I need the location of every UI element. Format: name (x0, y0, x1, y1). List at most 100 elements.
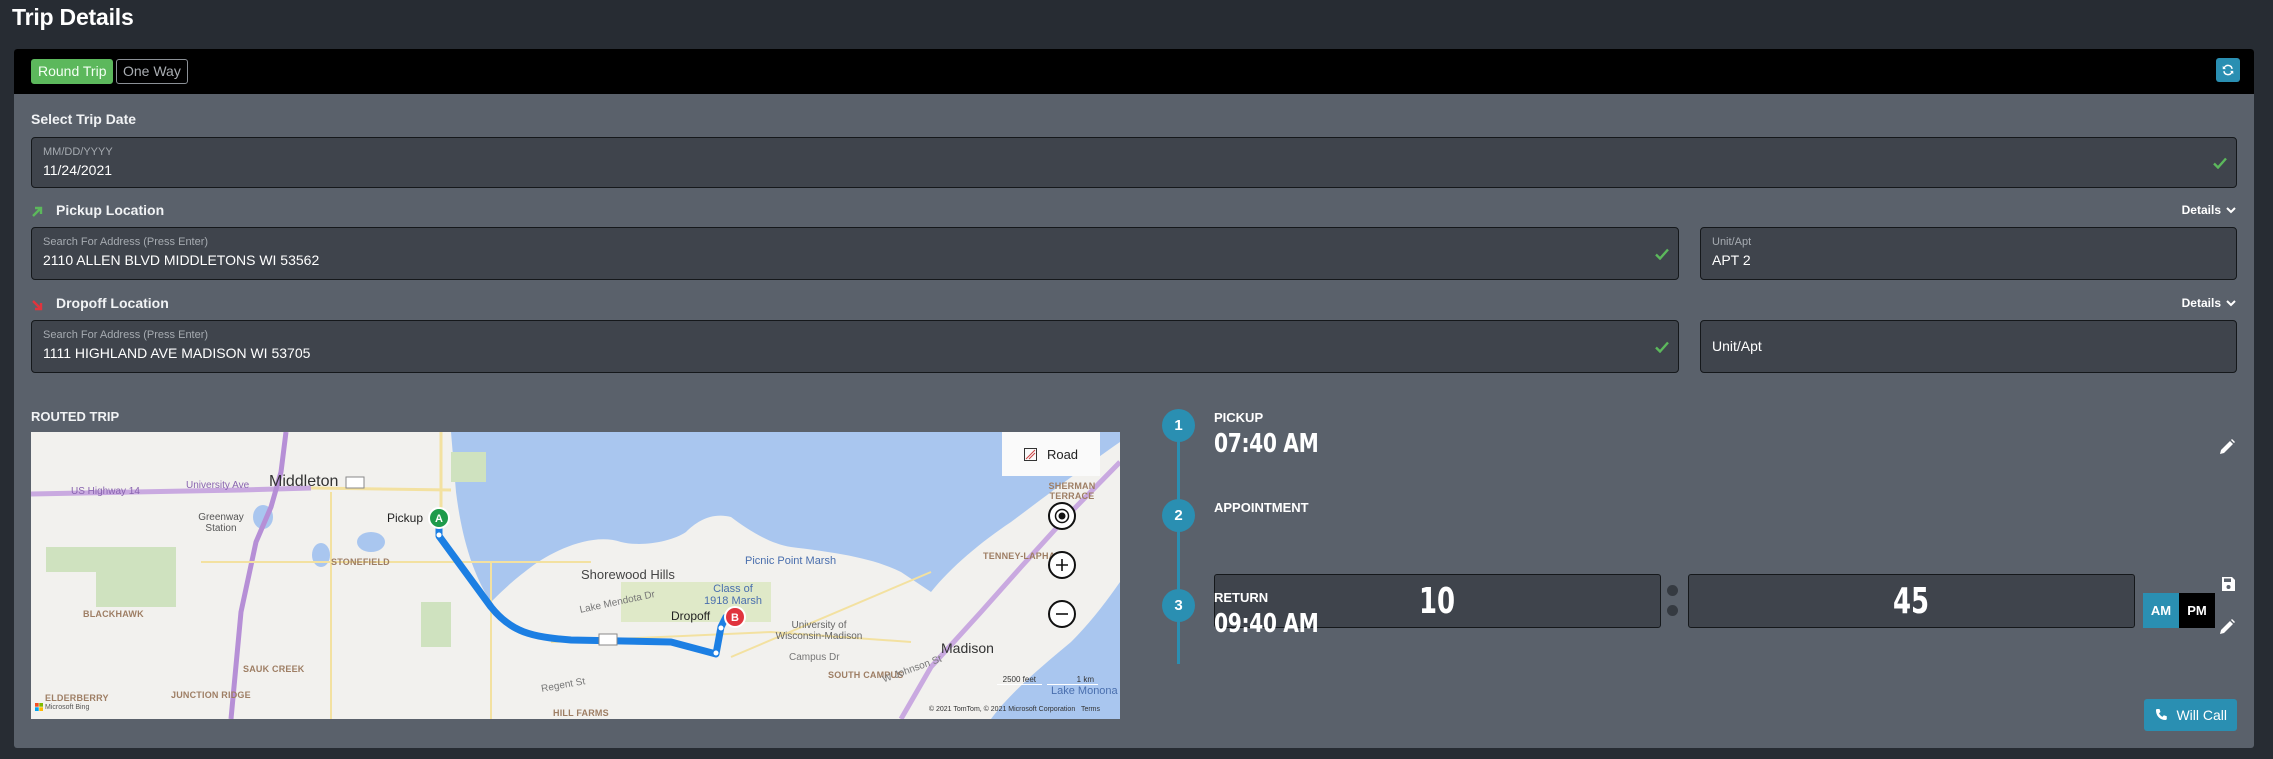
map-base: A B (31, 432, 1120, 719)
dropoff-unit-placeholder: Unit/Apt (1712, 338, 1762, 354)
route-map[interactable]: A B Middleton Madison Shorewood Hills ST… (31, 432, 1120, 719)
dropoff-address-field[interactable]: Search For Address (Press Enter) 1111 HI… (31, 320, 1679, 373)
pickup-unit-value: APT 2 (1712, 252, 1751, 268)
trip-date-label: Select Trip Date (31, 111, 137, 127)
route-waypoint (718, 625, 724, 631)
map-attribution-text: © 2021 TomTom, © 2021 Microsoft Corporat… (928, 706, 1076, 713)
trip-date-value: 11/24/2021 (43, 162, 113, 178)
pickup-unit-placeholder: Unit/Apt (1712, 236, 1752, 248)
map-scale-feet: 2500 feet (996, 675, 1042, 685)
pickup-unit-field[interactable]: Unit/Apt APT 2 (1700, 227, 2237, 280)
map-label-lake-monona: Lake Monona (1051, 685, 1118, 697)
round-trip-button[interactable]: Round Trip (31, 59, 114, 84)
arrow-down-right-icon (32, 300, 43, 311)
map-attribution: © 2021 TomTom, © 2021 Microsoft Corporat… (929, 706, 1100, 713)
refresh-button[interactable] (2216, 58, 2240, 82)
map-label-shorewood-hills: Shorewood Hills (581, 567, 675, 582)
map-label-us-highway-14: US Highway 14 (71, 486, 140, 497)
pickup-address-value: 2110 ALLEN BLVD MIDDLETONS WI 53562 (43, 252, 320, 268)
trip-schedule: 1 PICKUP 07:40 AM 2 APPOINTMENT 10 45 AM… (1162, 409, 2254, 729)
check-icon (2213, 157, 2227, 169)
map-style-toggle[interactable]: Road (1002, 432, 1100, 476)
pond (312, 543, 330, 567)
pickup-location-label: Pickup Location (56, 202, 165, 218)
chevron-down-icon (2226, 206, 2236, 213)
map-terms-link[interactable]: Terms (1081, 706, 1100, 713)
dropoff-details-label: Details (2181, 296, 2221, 310)
time-separator-dot (1667, 585, 1678, 596)
zoom-out-button[interactable] (1048, 600, 1076, 628)
map-label-sherman-terrace: SHERMAN TERRACE (1048, 481, 1096, 501)
map-label-university-ave: University Ave (186, 480, 250, 491)
pm-button[interactable]: PM (2179, 593, 2215, 628)
am-button[interactable]: AM (2143, 593, 2179, 628)
appointment-hour-value: 10 (1419, 580, 1456, 622)
route-waypoint (713, 650, 719, 656)
dropoff-location-label: Dropoff Location (56, 295, 169, 311)
pickup-address-placeholder: Search For Address (Press Enter) (43, 236, 209, 248)
edit-pickup-time-button[interactable] (2218, 438, 2236, 456)
pickup-details-toggle[interactable]: Details (2182, 203, 2236, 217)
step-badge-1: 1 (1162, 409, 1195, 442)
page-title: Trip Details (12, 4, 134, 30)
trip-details-card: Round Trip One Way Select Trip Date MM/D… (14, 49, 2254, 748)
map-label-stonefield: STONEFIELD (331, 557, 390, 567)
pickup-time-value: 07:40 AM (1214, 429, 1319, 459)
locate-me-button[interactable] (1048, 502, 1076, 530)
map-label-class-of-1918-marsh: Class of 1918 Marsh (703, 583, 763, 607)
check-icon (1655, 248, 1669, 260)
svg-text:B: B (731, 612, 739, 624)
chevron-down-icon (2226, 299, 2236, 306)
minus-icon (1056, 613, 1068, 615)
map-label-picnic-point-marsh: Picnic Point Marsh (745, 555, 837, 567)
return-time-label: RETURN (1214, 590, 1269, 605)
appointment-time-label: APPOINTMENT (1214, 500, 1309, 515)
dropoff-address-value: 1111 HIGHLAND AVE MADISON WI 53705 (43, 345, 311, 361)
dropoff-unit-field[interactable]: Unit/Apt (1700, 320, 2237, 373)
svg-text:A: A (435, 513, 443, 525)
save-appointment-button[interactable] (2221, 576, 2236, 592)
pond (357, 532, 385, 552)
step-badge-2: 2 (1162, 499, 1195, 532)
return-time-value: 09:40 AM (1214, 609, 1319, 639)
bing-label: Microsoft Bing (45, 703, 90, 711)
map-label-dropoff: Dropoff (671, 609, 711, 623)
map-label-blackhawk: BLACKHAWK (83, 609, 144, 619)
trip-date-field[interactable]: MM/DD/YYYY 11/24/2021 (31, 137, 2237, 188)
map-label-middleton: Middleton (269, 473, 339, 490)
pickup-details-label: Details (2181, 203, 2221, 217)
map-label-sauk-creek: SAUK CREEK (243, 664, 305, 674)
map-label-greenway-station: Greenway Station (198, 512, 244, 534)
will-call-button[interactable]: Will Call (2144, 699, 2237, 731)
park (451, 452, 486, 482)
card-header: Round Trip One Way (14, 49, 2254, 94)
map-label-junction-ridge: JUNCTION RIDGE (171, 690, 251, 700)
map-label-uw-madison: University of Wisconsin-Madison (775, 620, 863, 642)
park (96, 547, 176, 607)
zoom-in-button[interactable] (1048, 551, 1076, 579)
check-icon (1655, 341, 1669, 353)
dropoff-address-placeholder: Search For Address (Press Enter) (43, 329, 209, 341)
ms-shield (598, 633, 618, 646)
dropoff-details-toggle[interactable]: Details (2182, 296, 2236, 310)
timeline-line (1177, 429, 1180, 664)
step-badge-3: 3 (1162, 589, 1195, 622)
ms-shield (345, 476, 365, 489)
map-label-pickup: Pickup (387, 511, 424, 525)
appointment-minute-value: 45 (1893, 580, 1930, 622)
phone-icon (2156, 709, 2168, 720)
appointment-minute-input[interactable]: 45 (1688, 574, 2135, 628)
pickup-time-label: PICKUP (1214, 410, 1264, 425)
refresh-icon (2222, 64, 2234, 76)
routed-trip-title: ROUTED TRIP (31, 409, 120, 424)
pickup-address-field[interactable]: Search For Address (Press Enter) 2110 AL… (31, 227, 1679, 280)
edit-return-time-button[interactable] (2218, 618, 2236, 636)
locate-icon (1054, 508, 1070, 524)
microsoft-logo-icon (35, 703, 43, 711)
one-way-button[interactable]: One Way (116, 59, 188, 84)
bing-logo: Microsoft Bing (35, 703, 89, 711)
trip-date-placeholder: MM/DD/YYYY (43, 146, 113, 158)
map-road-icon (1023, 447, 1037, 461)
map-label-elderberry: ELDERBERRY (45, 693, 109, 703)
time-separator-dot (1667, 605, 1678, 616)
